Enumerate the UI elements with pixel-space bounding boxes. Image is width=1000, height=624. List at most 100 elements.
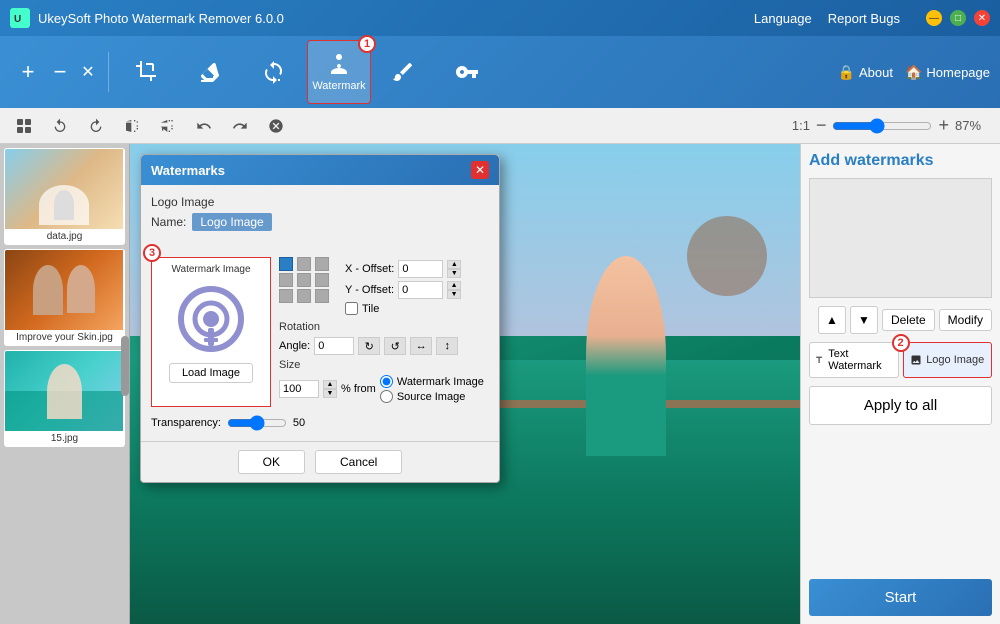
- flip-v-btn[interactable]: [154, 112, 182, 140]
- size-down[interactable]: ▼: [323, 389, 337, 398]
- about-btn[interactable]: About: [859, 65, 893, 80]
- maximize-btn[interactable]: □: [950, 10, 966, 26]
- add-btn[interactable]: +: [10, 54, 46, 90]
- xoffset-spin: ▲ ▼: [447, 260, 461, 278]
- thumbnail-1[interactable]: data.jpg: [4, 148, 125, 245]
- position-section: X - Offset: ▲ ▼ Y -: [279, 257, 489, 315]
- dialog-cancel-btn[interactable]: Cancel: [315, 450, 402, 474]
- radio-src-label: Source Image: [397, 391, 465, 403]
- dialog-close-btn[interactable]: ✕: [471, 161, 489, 179]
- angle-input[interactable]: [314, 337, 354, 355]
- pos-top-center[interactable]: [297, 257, 311, 271]
- language-btn[interactable]: Language: [754, 11, 812, 26]
- start-btn[interactable]: Start: [809, 579, 992, 616]
- title-bar: U UkeySoft Photo Watermark Remover 6.0.0…: [0, 0, 1000, 36]
- rotate-ccw-btn[interactable]: [82, 112, 110, 140]
- zoom-ratio: 1:1: [792, 118, 810, 133]
- zoom-in-btn[interactable]: +: [938, 115, 949, 136]
- xoffset-down[interactable]: ▼: [447, 269, 461, 278]
- yoffset-input[interactable]: [398, 281, 443, 299]
- zoom-slider[interactable]: [832, 118, 932, 134]
- tile-checkbox[interactable]: [345, 302, 358, 315]
- tab-logo-image[interactable]: Logo Image: [903, 342, 993, 378]
- pos-top-left[interactable]: [279, 257, 293, 271]
- close-file-btn[interactable]: ✕: [74, 54, 102, 90]
- transparency-value: 50: [293, 417, 305, 429]
- flip-h-btn[interactable]: [118, 112, 146, 140]
- close-btn[interactable]: ✕: [974, 10, 990, 26]
- flip-v-rot-btn[interactable]: ↕: [436, 337, 458, 355]
- apply-all-btn[interactable]: Apply to all: [809, 386, 992, 425]
- flip-h-rot-btn[interactable]: ↔: [410, 337, 432, 355]
- grid-btn[interactable]: [10, 112, 38, 140]
- thumbnail-2[interactable]: Improve your Skin.jpg: [4, 249, 125, 346]
- yoffset-up[interactable]: ▲: [447, 281, 461, 290]
- minimize-btn[interactable]: —: [926, 10, 942, 26]
- ok-btn[interactable]: OK: [238, 450, 305, 474]
- rot-ccw-btn[interactable]: ↺: [384, 337, 406, 355]
- wm-image-label: Watermark Image: [171, 264, 250, 275]
- watermarks-dialog: Watermarks ✕ Logo Image Name: Logo Image…: [140, 154, 500, 483]
- badge-3: 3: [143, 244, 161, 262]
- key-tool[interactable]: [435, 40, 499, 104]
- rotation-section: Rotation Angle: ↻ ↺ ↔ ↕: [279, 321, 489, 355]
- pos-mid-right[interactable]: [315, 273, 329, 287]
- rotate-cw-btn[interactable]: [46, 112, 74, 140]
- load-image-btn[interactable]: Load Image: [169, 363, 253, 383]
- position-grid: [279, 257, 331, 303]
- toolbar-separator-1: [108, 52, 109, 92]
- wm-image-preview: [161, 279, 261, 359]
- xoffset-input[interactable]: [398, 260, 443, 278]
- tab-text-watermark[interactable]: Text Watermark: [809, 342, 899, 378]
- flip-tool[interactable]: [243, 40, 307, 104]
- left-panel: data.jpg Improve your Skin.jpg 15.jpg: [0, 144, 130, 624]
- radio-src[interactable]: [380, 390, 393, 403]
- size-up[interactable]: ▲: [323, 380, 337, 389]
- wm-image-section: Watermark Image: [151, 257, 489, 407]
- yoffset-down[interactable]: ▼: [447, 290, 461, 299]
- title-bar-left: U UkeySoft Photo Watermark Remover 6.0.0: [10, 8, 284, 28]
- brush-tool[interactable]: [371, 40, 435, 104]
- pos-bot-right[interactable]: [315, 289, 329, 303]
- tab-logo-label: Logo Image: [926, 354, 984, 366]
- xoffset-up[interactable]: ▲: [447, 260, 461, 269]
- report-bugs-btn[interactable]: Report Bugs: [828, 11, 900, 26]
- thumbnail-3[interactable]: 15.jpg: [4, 350, 125, 447]
- undo-btn[interactable]: [190, 112, 218, 140]
- remove-btn[interactable]: −: [46, 54, 74, 90]
- yoffset-label: Y - Offset:: [345, 284, 394, 296]
- transparency-slider[interactable]: [227, 415, 287, 431]
- redo-btn[interactable]: [226, 112, 254, 140]
- size-label: Size: [279, 359, 489, 371]
- pos-bot-center[interactable]: [297, 289, 311, 303]
- size-input[interactable]: [279, 380, 319, 398]
- rotation-label: Rotation: [279, 321, 489, 333]
- zoom-out-btn[interactable]: −: [816, 115, 827, 136]
- modify-btn[interactable]: Modify: [939, 309, 992, 331]
- rot-cw-btn[interactable]: ↻: [358, 337, 380, 355]
- angle-label: Angle:: [279, 340, 310, 352]
- tile-row: Tile: [345, 302, 461, 315]
- watermark-tool[interactable]: 1 Watermark: [307, 40, 371, 104]
- pos-mid-center[interactable]: [297, 273, 311, 287]
- eraser-tool[interactable]: [179, 40, 243, 104]
- yoffset-spin: ▲ ▼: [447, 281, 461, 299]
- pos-mid-left[interactable]: [279, 273, 293, 287]
- crop-tool[interactable]: [115, 40, 179, 104]
- svg-text:U: U: [14, 14, 21, 25]
- pos-top-right[interactable]: [315, 257, 329, 271]
- transparency-label: Transparency:: [151, 417, 221, 429]
- size-radio-group: Watermark Image Source Image: [380, 375, 484, 403]
- size-row: ▲ ▼ % from Watermark Image: [279, 375, 489, 403]
- size-section: Size ▲ ▼ % from: [279, 359, 489, 403]
- about-section: 🔒 About: [838, 64, 893, 81]
- rotation-row: Angle: ↻ ↺ ↔ ↕: [279, 337, 489, 355]
- wm-down-btn[interactable]: ▼: [850, 306, 878, 334]
- pos-bot-left[interactable]: [279, 289, 293, 303]
- wm-image-box: Watermark Image: [151, 257, 271, 407]
- cancel-btn[interactable]: [262, 112, 290, 140]
- delete-btn[interactable]: Delete: [882, 309, 935, 331]
- homepage-btn[interactable]: Homepage: [926, 65, 990, 80]
- wm-up-btn[interactable]: ▲: [818, 306, 846, 334]
- radio-wm[interactable]: [380, 375, 393, 388]
